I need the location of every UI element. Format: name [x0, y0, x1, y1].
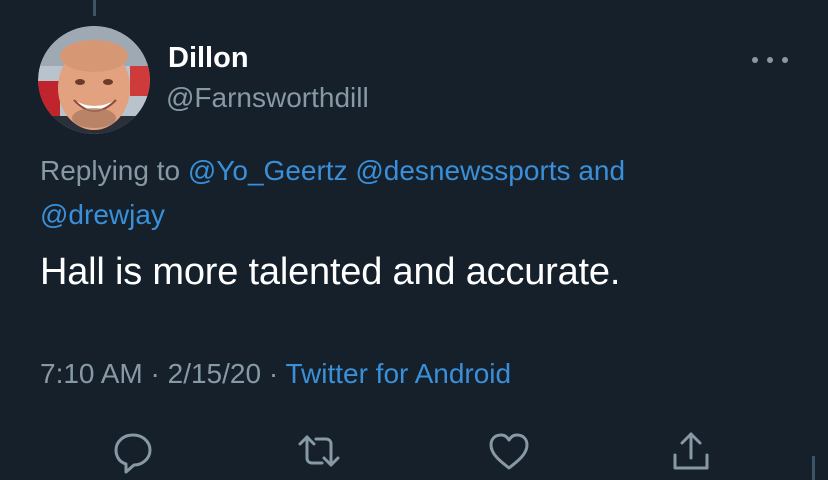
- action-bar: [0, 428, 828, 476]
- thread-connector-line: [93, 0, 96, 16]
- share-icon: [673, 432, 709, 470]
- like-button[interactable]: [486, 428, 532, 474]
- dot: [752, 57, 758, 63]
- tweet-source-link[interactable]: Twitter for Android: [285, 358, 511, 389]
- tweet-time: 7:10 AM: [40, 358, 143, 389]
- retweet-icon: [298, 435, 340, 467]
- scroll-indicator: [812, 456, 815, 480]
- tweet: Dillon @Farnsworthdill Replying to @Yo_G…: [0, 0, 828, 480]
- mention-link[interactable]: @drewjay: [40, 199, 165, 230]
- dot: [767, 57, 773, 63]
- tweet-date: 2/15/20: [167, 358, 262, 389]
- mention-link[interactable]: @desnewssports: [355, 155, 570, 186]
- replying-to-label: Replying to: [40, 155, 181, 186]
- reply-icon: [114, 433, 152, 474]
- author-handle[interactable]: @Farnsworthdill: [166, 82, 369, 114]
- avatar-photo: [38, 26, 150, 134]
- reply-button[interactable]: [110, 428, 156, 474]
- author-name[interactable]: Dillon: [168, 42, 249, 75]
- retweet-button[interactable]: [296, 428, 342, 474]
- meta-separator: ·: [150, 358, 160, 389]
- tweet-meta: 7:10 AM · 2/15/20 · Twitter for Android: [40, 358, 511, 390]
- replying-to-conjunction[interactable]: and: [578, 155, 625, 186]
- more-options-icon[interactable]: [752, 50, 788, 70]
- share-button[interactable]: [668, 428, 714, 474]
- dot: [782, 57, 788, 63]
- replying-to-line: Replying to @Yo_Geertz @desnewssports an…: [40, 149, 760, 237]
- meta-separator: ·: [268, 358, 279, 389]
- mention-link[interactable]: @Yo_Geertz: [188, 155, 348, 186]
- heart-icon: [489, 433, 529, 470]
- avatar[interactable]: [38, 26, 150, 134]
- tweet-text: Hall is more talented and accurate.: [40, 251, 621, 293]
